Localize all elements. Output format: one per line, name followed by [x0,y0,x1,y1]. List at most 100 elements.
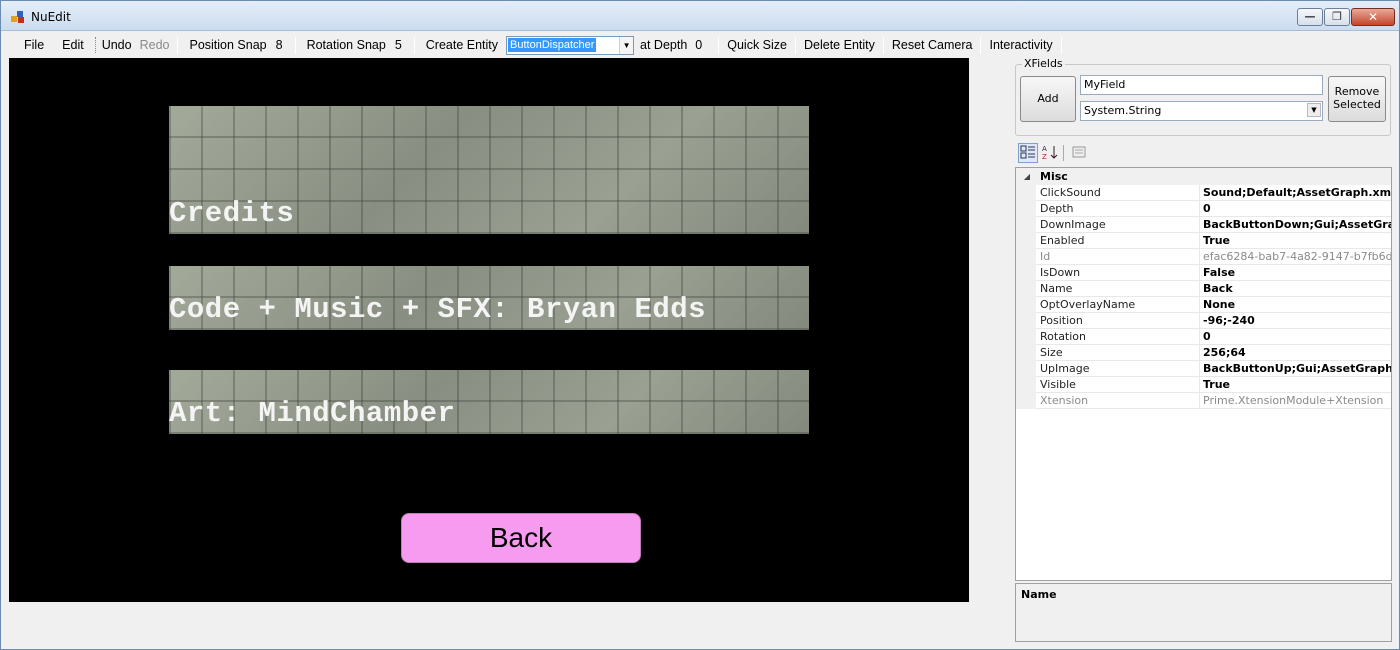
property-value[interactable]: -96;-240 [1200,313,1391,329]
alphabetical-sort-button[interactable]: A Z [1040,143,1060,163]
restore-icon: ❐ [1332,10,1342,23]
property-pages-icon [1072,146,1086,158]
back-button[interactable]: Back [401,513,641,563]
rotation-snap-label: Rotation Snap [306,38,386,52]
property-name: IsDown [1036,265,1200,281]
property-row[interactable]: DownImageBackButtonDown;Gui;AssetGraph.x… [1016,217,1391,233]
property-row[interactable]: Size 256;64 [1016,345,1391,361]
property-row[interactable]: Position -96;-240 [1016,313,1391,329]
toolbar-separator [294,36,296,54]
property-value[interactable]: None [1200,297,1391,313]
close-button[interactable]: ✕ [1351,8,1395,26]
game-viewport[interactable]: Credits Code + Music + SFX: Bryan Edds A… [9,58,969,602]
field-name-input[interactable]: MyField [1080,75,1323,95]
property-value[interactable]: Back [1200,281,1391,297]
interactivity-button[interactable]: Interactivity [983,38,1058,52]
remove-selected-button[interactable]: Remove Selected [1328,76,1386,122]
app-icon [11,11,25,23]
remove-selected-label-2: Selected [1333,98,1381,111]
menu-toolbar: File Edit Undo Redo Position Snap 8 Rota… [1,32,1399,58]
property-value[interactable]: 0 [1200,329,1391,345]
property-name: Enabled [1036,233,1200,249]
property-value[interactable]: False [1200,265,1391,281]
property-row[interactable]: Name Back [1016,281,1391,297]
editor-window: NuEdit — ❐ ✕ File Edit Undo Redo Positio… [0,0,1400,650]
property-row[interactable]: Visible True [1016,377,1391,393]
quick-size-button[interactable]: Quick Size [721,38,793,52]
property-value[interactable]: 256;64 [1200,345,1391,361]
property-value[interactable]: Sound;Default;AssetGraph.xml [1200,185,1391,201]
collapse-icon[interactable]: ◢ [1020,172,1034,181]
property-name: OptOverlayName [1036,297,1200,313]
maximize-button[interactable]: ❐ [1324,8,1350,26]
create-entity-button[interactable]: Create Entity [417,38,504,52]
field-type-select[interactable]: System.String ▼ [1080,101,1323,121]
add-field-button[interactable]: Add [1020,76,1076,122]
toolbar-separator [1063,145,1064,161]
property-row[interactable]: OptOverlayName None [1016,297,1391,313]
xfields-legend: XFields [1022,57,1065,70]
category-label: Misc [1040,170,1068,183]
delete-entity-button[interactable]: Delete Entity [798,38,881,52]
toolbar-separator [413,36,415,54]
close-icon: ✕ [1367,10,1379,24]
credits-label: Credits [169,197,295,230]
toolbar-separator [177,36,179,54]
art-credit-label: Art: MindChamber [169,397,456,430]
property-value[interactable]: True [1200,377,1391,393]
property-name: Id [1036,249,1200,265]
property-name: DownImage [1036,217,1200,233]
property-row[interactable]: Id efac6284-bab7-4a82-9147-b7fb6d [1016,249,1391,265]
menu-edit[interactable]: Edit [53,38,93,52]
minimize-button[interactable]: — [1297,8,1323,26]
field-type-value: System.String [1084,104,1162,117]
at-depth-label: at Depth [640,38,688,52]
property-row[interactable]: Enabled True [1016,233,1391,249]
categorized-view-button[interactable] [1018,143,1038,163]
entity-type-dropdown[interactable]: ButtonDispatcher ▼ [506,35,635,55]
credits-label-panel[interactable]: Credits [169,106,809,234]
property-name: Name [1036,281,1200,297]
property-row[interactable]: IsDown False [1016,265,1391,281]
property-name: Rotation [1036,329,1200,345]
property-grid-toolbar: A Z [1015,141,1391,165]
property-name: Size [1036,345,1200,361]
art-credit-panel[interactable]: Art: MindChamber [169,370,809,434]
minimize-icon: — [1304,10,1316,23]
property-value: Prime.XtensionModule+Xtension [1200,393,1391,409]
property-row[interactable]: Depth 0 [1016,201,1391,217]
property-name: UpImage [1036,361,1200,377]
remove-selected-label-1: Remove [1334,85,1380,98]
property-value[interactable]: BackButtonUp;Gui;AssetGraph.xml [1200,361,1391,377]
position-snap-label: Position Snap [189,38,267,52]
property-value[interactable]: True [1200,233,1391,249]
dropdown-arrow-icon[interactable]: ▼ [1307,103,1321,117]
window-title: NuEdit [31,10,71,24]
property-value[interactable]: 0 [1200,201,1391,217]
toolbar-separator [980,36,982,54]
property-grid[interactable]: ◢ Misc ClickSound Sound;Default;AssetGrap… [1015,167,1392,581]
dropdown-arrow-icon[interactable]: ▼ [619,36,634,54]
property-row[interactable]: ClickSound Sound;Default;AssetGraph.xml [1016,185,1391,201]
menu-file[interactable]: File [15,38,53,52]
property-row[interactable]: UpImageBackButtonUp;Gui;AssetGraph.xml [1016,361,1391,377]
property-row[interactable]: Xtension Prime.XtensionModule+Xtension [1016,393,1391,409]
reset-camera-button[interactable]: Reset Camera [886,38,979,52]
property-name: Position [1036,313,1200,329]
at-depth-value[interactable]: 0 [695,38,702,52]
property-pages-button[interactable] [1069,143,1089,163]
code-credit-panel[interactable]: Code + Music + SFX: Bryan Edds [169,266,809,330]
redo-button[interactable]: Redo [138,38,176,52]
toolbar-grip[interactable] [94,37,98,53]
property-name: Depth [1036,201,1200,217]
rotation-snap-value[interactable]: 5 [395,38,402,52]
property-name: Xtension [1036,393,1200,409]
undo-button[interactable]: Undo [100,38,138,52]
position-snap-value[interactable]: 8 [276,38,283,52]
entity-type-value: ButtonDispatcher [508,38,597,52]
category-misc[interactable]: ◢ Misc [1016,168,1391,185]
property-name: ClickSound [1036,185,1200,201]
property-value[interactable]: BackButtonDown;Gui;AssetGraph.xml [1200,217,1391,233]
toolbar-separator [1060,36,1062,54]
property-row[interactable]: Rotation 0 [1016,329,1391,345]
